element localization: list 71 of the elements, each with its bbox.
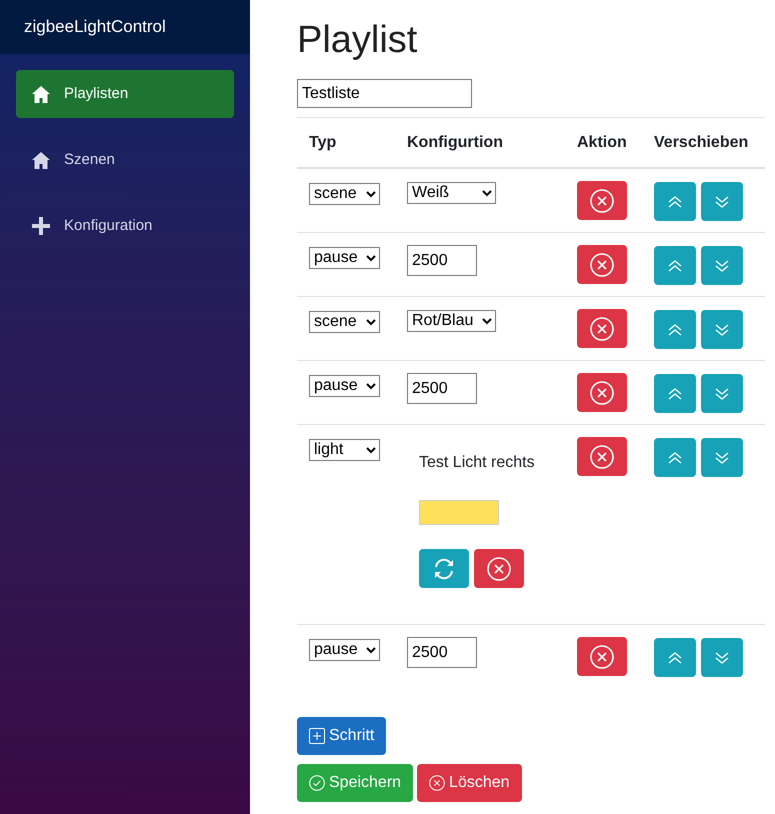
duration-field[interactable]: 2500	[407, 373, 477, 404]
app-title: zigbeeLightControl	[24, 16, 166, 38]
double-chevron-down-icon	[715, 260, 729, 272]
check-circle-icon	[309, 775, 325, 791]
playlist-name-field[interactable]: Testliste	[297, 79, 472, 108]
remove-step-button[interactable]	[577, 245, 627, 284]
move-down-button[interactable]	[701, 182, 743, 221]
move-up-button[interactable]	[654, 638, 696, 677]
move-down-button[interactable]	[701, 374, 743, 413]
nav-item[interactable]: Konfiguration	[16, 202, 234, 250]
refresh-button[interactable]	[419, 549, 469, 588]
remove-step-button[interactable]	[577, 437, 627, 476]
type-select[interactable]: scene	[309, 182, 380, 204]
double-chevron-up-icon	[668, 324, 682, 336]
light-name: Test Licht rechts	[418, 453, 536, 473]
double-chevron-up-icon	[668, 652, 682, 664]
plus-icon	[32, 217, 50, 235]
move-down-button[interactable]	[701, 310, 743, 349]
close-circle-icon	[590, 644, 614, 668]
delete-button[interactable]: Löschen	[417, 764, 522, 802]
page-title: Playlist	[297, 18, 418, 62]
duration-field[interactable]: 2500	[407, 245, 477, 276]
remove-step-button[interactable]	[577, 309, 627, 348]
column-header: Verschieben	[653, 132, 750, 152]
move-up-button[interactable]	[654, 182, 696, 221]
close-circle-icon	[487, 556, 511, 580]
column-header: Typ	[308, 132, 338, 152]
double-chevron-up-icon	[668, 452, 682, 464]
remove-step-button[interactable]	[577, 637, 627, 676]
move-down-button[interactable]	[701, 638, 743, 677]
type-select[interactable]: scene	[309, 310, 380, 332]
double-chevron-down-icon	[715, 452, 729, 464]
type-select[interactable]: pause	[309, 374, 380, 396]
move-up-button[interactable]	[654, 438, 696, 477]
remove-light-button[interactable]	[474, 549, 524, 588]
refresh-icon	[432, 558, 456, 580]
column-header: Konfigurtion	[406, 132, 504, 152]
column-header: Aktion	[576, 132, 628, 152]
double-chevron-down-icon	[715, 652, 729, 664]
double-chevron-down-icon	[715, 196, 729, 208]
preset-select[interactable]: Weiß	[407, 182, 496, 204]
color-swatch[interactable]	[419, 500, 499, 525]
move-down-button[interactable]	[701, 246, 743, 285]
type-select[interactable]: light	[309, 438, 380, 460]
double-chevron-up-icon	[668, 388, 682, 400]
close-circle-icon	[590, 380, 614, 404]
double-chevron-down-icon	[715, 324, 729, 336]
close-circle-icon	[429, 775, 446, 791]
type-select[interactable]: pause	[309, 246, 380, 268]
plus-square-icon	[309, 728, 325, 744]
remove-step-button[interactable]	[577, 181, 627, 220]
close-circle-icon	[590, 316, 614, 340]
preset-select[interactable]: Rot/Blau	[407, 310, 496, 332]
type-select[interactable]: pause	[309, 638, 380, 660]
double-chevron-up-icon	[668, 260, 682, 272]
close-circle-icon	[590, 188, 614, 212]
nav-item[interactable]: Playlisten	[16, 70, 234, 118]
move-up-button[interactable]	[654, 246, 696, 285]
double-chevron-down-icon	[715, 388, 729, 400]
nav-item[interactable]: Szenen	[16, 136, 234, 184]
home-icon	[32, 152, 50, 168]
close-circle-icon	[590, 444, 614, 468]
duration-field[interactable]: 2500	[407, 637, 477, 668]
close-circle-icon	[590, 252, 614, 276]
remove-step-button[interactable]	[577, 373, 627, 412]
move-up-button[interactable]	[654, 374, 696, 413]
add-step-button[interactable]: Schritt	[297, 717, 386, 755]
move-down-button[interactable]	[701, 438, 743, 477]
move-up-button[interactable]	[654, 310, 696, 349]
double-chevron-up-icon	[668, 196, 682, 208]
home-icon	[32, 86, 50, 102]
